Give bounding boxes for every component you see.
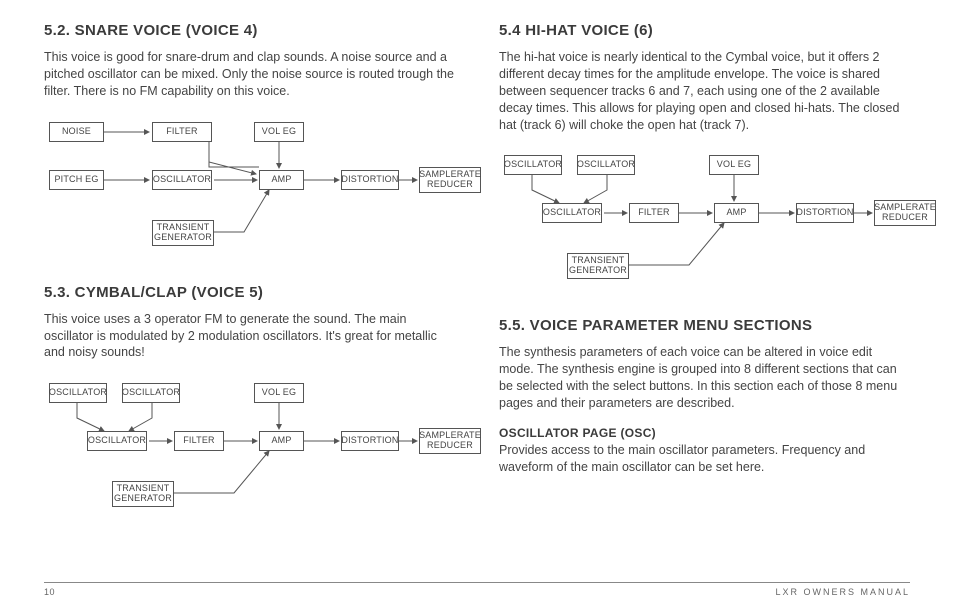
box-osc: OSCILLATOR: [152, 170, 212, 190]
box-sr: SAMPLERATE REDUCER: [419, 167, 481, 193]
diagram-hihat: OSCILLATOR OSCILLATOR VOL EG OSCILLATOR …: [499, 145, 909, 295]
heading-cymbal: 5.3. CYMBAL/CLAP (VOICE 5): [44, 284, 455, 301]
box-amp2: AMP: [259, 431, 304, 451]
box-filter: FILTER: [152, 122, 212, 142]
subheading-osc-page: OSCILLATOR PAGE (OSC): [499, 426, 910, 440]
box-sr2: SAMPLERATE REDUCER: [419, 428, 481, 454]
body-cymbal: This voice uses a 3 operator FM to gener…: [44, 311, 455, 362]
box-hh-trans: TRANSIENT GENERATOR: [567, 253, 629, 279]
heading-voice-params: 5.5. VOICE PARAMETER MENU SECTIONS: [499, 317, 910, 334]
box-hh-sr: SAMPLERATE REDUCER: [874, 200, 936, 226]
box-dist2: DISTORTION: [341, 431, 399, 451]
box-hh-voleg: VOL EG: [709, 155, 759, 175]
box-pitcheg: PITCH EG: [49, 170, 104, 190]
box-amp: AMP: [259, 170, 304, 190]
heading-hihat: 5.4 HI-HAT VOICE (6): [499, 22, 910, 39]
box-hh-mainosc: OSCILLATOR: [542, 203, 602, 223]
box-voleg: VOL EG: [254, 122, 304, 142]
box-noise: NOISE: [49, 122, 104, 142]
box-trans2: TRANSIENT GENERATOR: [112, 481, 174, 507]
box-hh-osc1: OSCILLATOR: [504, 155, 562, 175]
body-osc-page: Provides access to the main oscillator p…: [499, 442, 910, 476]
box-dist: DISTORTION: [341, 170, 399, 190]
footer-title: LXR OWNERS MANUAL: [775, 587, 910, 597]
box-osc2: OSCILLATOR: [122, 383, 180, 403]
diagram-cymbal: OSCILLATOR OSCILLATOR VOL EG OSCILLATOR …: [44, 373, 454, 523]
box-osc1: OSCILLATOR: [49, 383, 107, 403]
box-hh-filter: FILTER: [629, 203, 679, 223]
page-footer: 10 LXR OWNERS MANUAL: [44, 582, 910, 597]
body-snare: This voice is good for snare-drum and cl…: [44, 49, 455, 100]
left-column: 5.2. SNARE VOICE (VOICE 4) This voice is…: [44, 22, 455, 545]
box-trans: TRANSIENT GENERATOR: [152, 220, 214, 246]
box-voleg2: VOL EG: [254, 383, 304, 403]
diagram-snare: NOISE FILTER VOL EG PITCH EG OSCILLATOR …: [44, 112, 454, 262]
box-hh-osc2: OSCILLATOR: [577, 155, 635, 175]
body-hihat: The hi-hat voice is nearly identical to …: [499, 49, 910, 133]
page-number: 10: [44, 587, 55, 597]
box-hh-dist: DISTORTION: [796, 203, 854, 223]
box-mainosc: OSCILLATOR: [87, 431, 147, 451]
body-voice-params: The synthesis parameters of each voice c…: [499, 344, 910, 412]
box-filter2: FILTER: [174, 431, 224, 451]
box-hh-amp: AMP: [714, 203, 759, 223]
right-column: 5.4 HI-HAT VOICE (6) The hi-hat voice is…: [499, 22, 910, 545]
heading-snare: 5.2. SNARE VOICE (VOICE 4): [44, 22, 455, 39]
